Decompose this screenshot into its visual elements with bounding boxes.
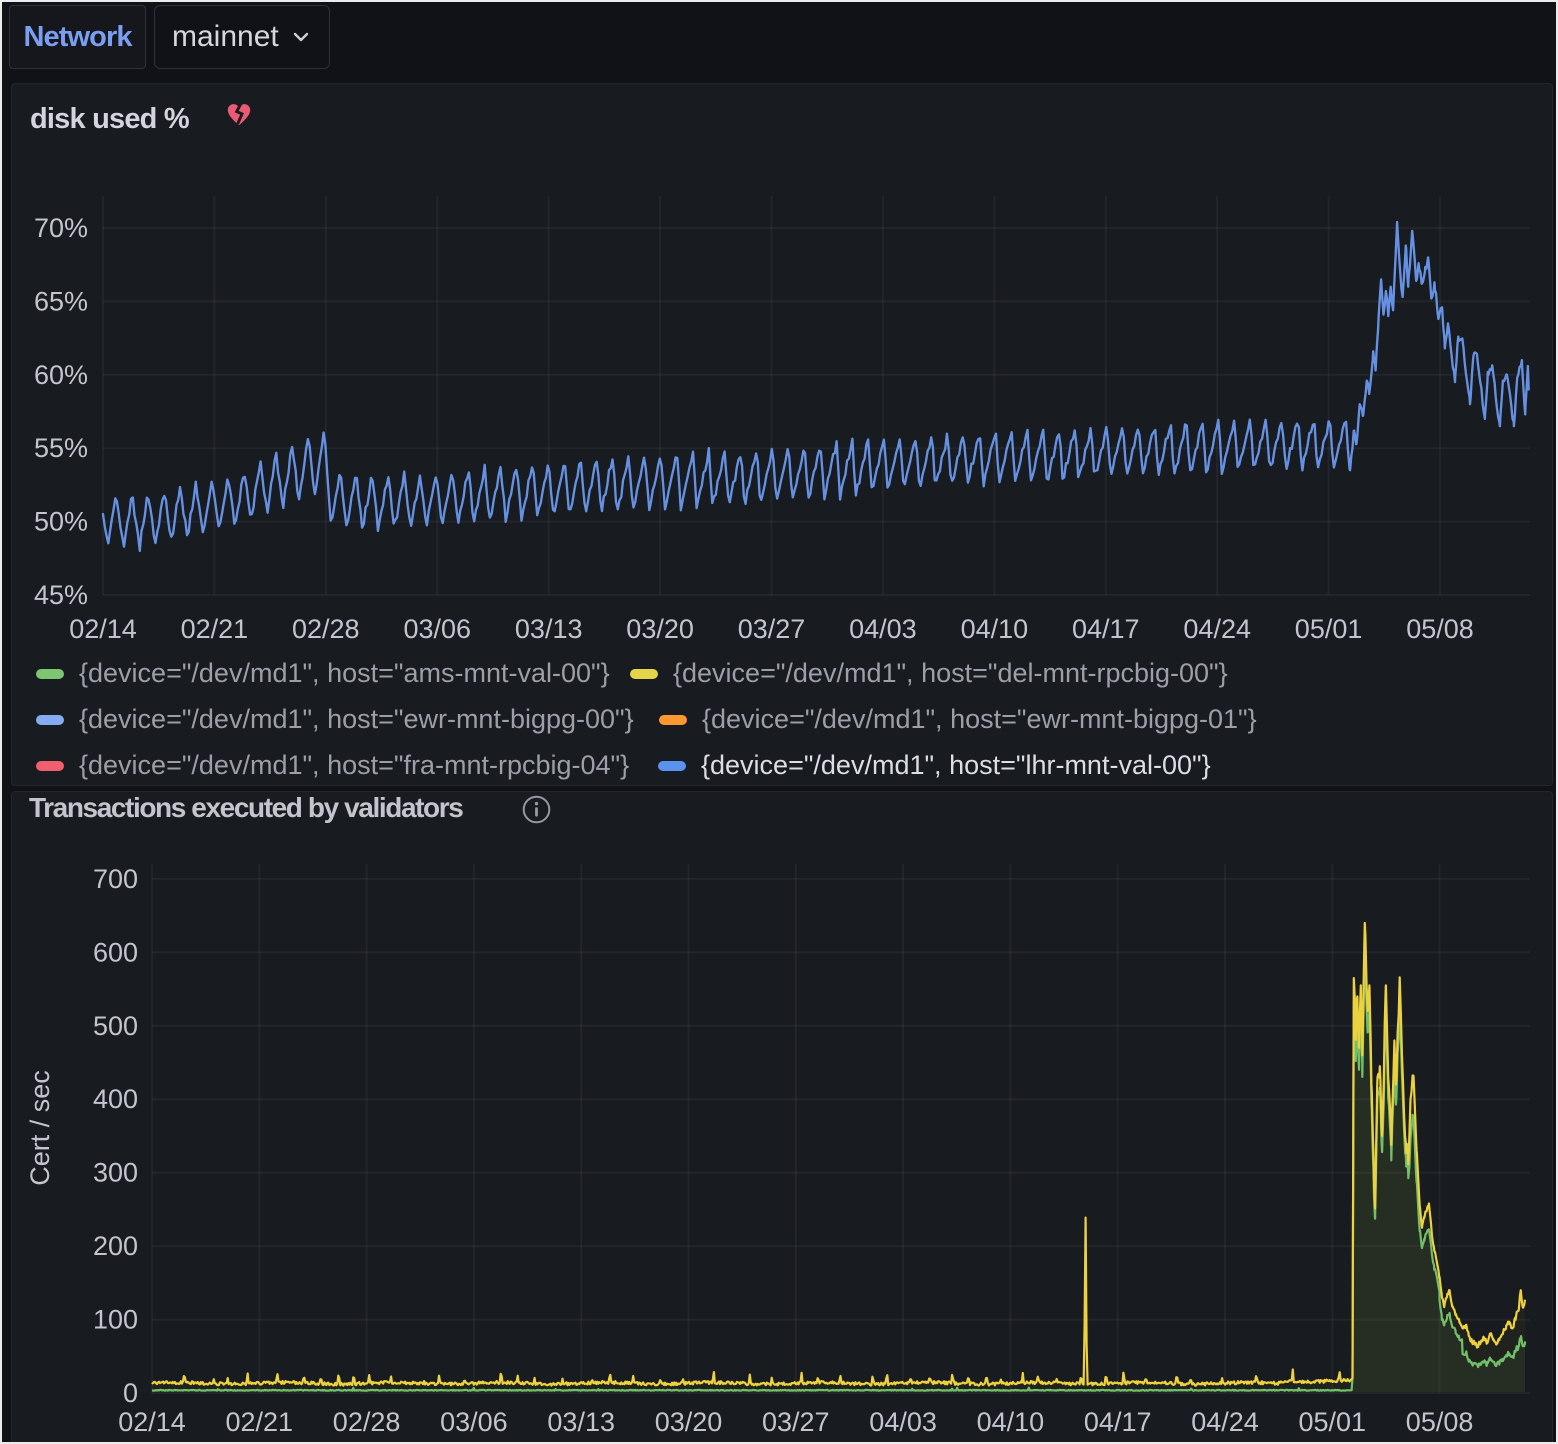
svg-text:55%: 55% [34,433,88,463]
svg-text:45%: 45% [34,580,88,610]
svg-text:03/13: 03/13 [547,1407,615,1437]
svg-text:02/14: 02/14 [69,614,137,644]
svg-text:03/20: 03/20 [655,1407,723,1437]
svg-text:04/03: 04/03 [869,1407,937,1437]
svg-text:600: 600 [93,937,138,967]
svg-text:500: 500 [93,1011,138,1041]
svg-text:03/06: 03/06 [404,614,472,644]
svg-text:65%: 65% [34,286,88,316]
svg-text:400: 400 [93,1084,138,1114]
svg-text:05/01: 05/01 [1295,614,1363,644]
svg-text:100: 100 [93,1305,138,1335]
svg-text:02/21: 02/21 [181,614,249,644]
svg-text:70%: 70% [34,213,88,243]
svg-text:05/08: 05/08 [1406,1407,1474,1437]
svg-text:03/27: 03/27 [738,614,806,644]
svg-text:02/28: 02/28 [333,1407,401,1437]
svg-text:03/20: 03/20 [626,614,694,644]
svg-text:03/13: 03/13 [515,614,583,644]
svg-text:Cert / sec: Cert / sec [25,1070,55,1186]
svg-text:04/03: 04/03 [849,614,917,644]
svg-text:200: 200 [93,1231,138,1261]
svg-text:04/17: 04/17 [1072,614,1140,644]
svg-text:700: 700 [93,864,138,894]
svg-text:03/27: 03/27 [762,1407,830,1437]
svg-text:02/14: 02/14 [118,1407,186,1437]
svg-text:03/06: 03/06 [440,1407,508,1437]
svg-text:05/08: 05/08 [1406,614,1474,644]
svg-text:0: 0 [123,1378,138,1408]
svg-text:300: 300 [93,1158,138,1188]
svg-text:60%: 60% [34,360,88,390]
svg-text:04/24: 04/24 [1183,614,1251,644]
svg-text:50%: 50% [34,507,88,537]
svg-text:04/24: 04/24 [1191,1407,1259,1437]
svg-text:04/17: 04/17 [1084,1407,1152,1437]
svg-text:02/21: 02/21 [226,1407,294,1437]
svg-text:02/28: 02/28 [292,614,360,644]
svg-text:04/10: 04/10 [961,614,1029,644]
svg-text:04/10: 04/10 [977,1407,1045,1437]
svg-text:05/01: 05/01 [1299,1407,1367,1437]
